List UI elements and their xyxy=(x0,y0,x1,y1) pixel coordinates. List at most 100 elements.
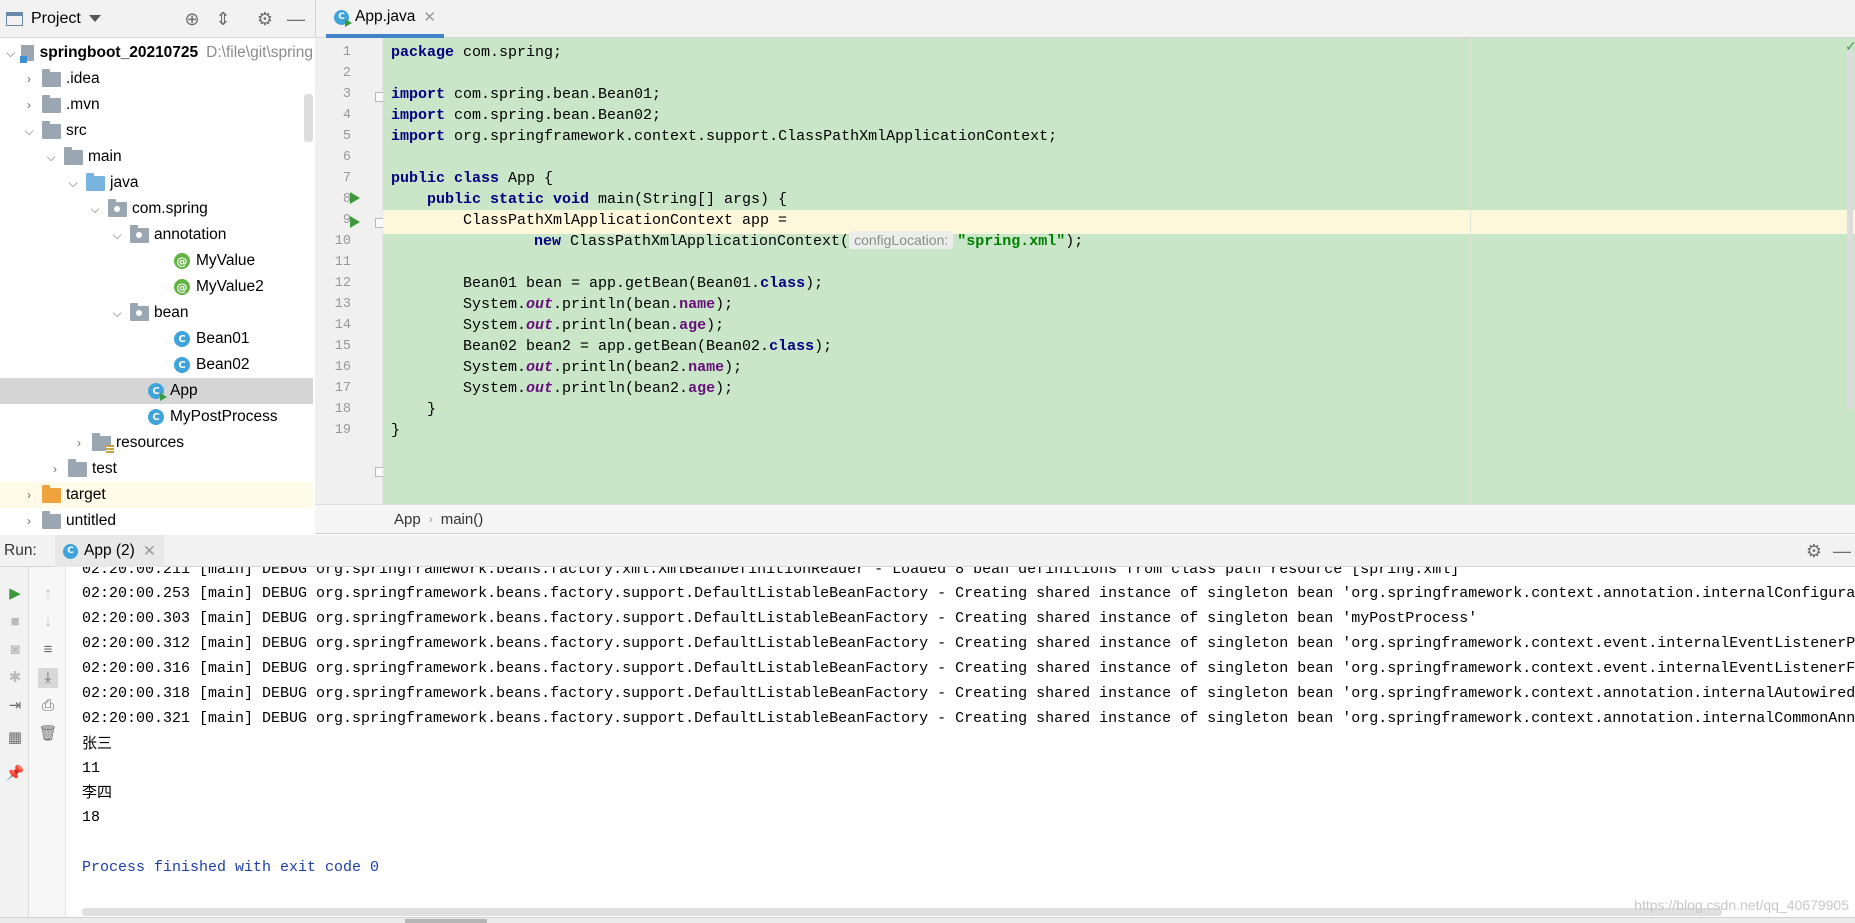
project-title: Project xyxy=(31,9,81,27)
chevron-down-icon[interactable]: ⌵ xyxy=(110,228,124,242)
tree-item-app[interactable]: C App xyxy=(0,378,313,404)
chevron-down-icon[interactable]: ⌵ xyxy=(110,306,124,320)
tree-item-label: MyPostProcess xyxy=(170,408,278,425)
breadcrumb-item-main[interactable]: main() xyxy=(441,511,484,528)
project-window-icon xyxy=(6,11,23,26)
tree-item-bean02[interactable]: C Bean02 xyxy=(0,352,313,378)
console-line: 02:20:00.318 [main] DEBUG org.springfram… xyxy=(82,685,1855,702)
class-icon: C xyxy=(174,331,190,347)
run-tab-label: App (2) xyxy=(84,542,135,559)
tree-item-src[interactable]: ⌵ src xyxy=(0,118,313,144)
chevron-right-icon[interactable]: › xyxy=(48,462,62,476)
right-margin-guide xyxy=(1470,38,1471,504)
chevron-down-icon[interactable]: ⌵ xyxy=(22,124,36,138)
runnable-class-icon: C xyxy=(334,9,352,27)
chevron-down-icon[interactable]: ⌵ xyxy=(6,46,15,60)
tab-app-java[interactable]: C App.java ✕ xyxy=(326,0,444,38)
annotation-icon: @ xyxy=(174,253,190,269)
layout-icon[interactable]: ▦ xyxy=(5,728,25,748)
code-editor[interactable]: package com.spring; import com.spring.be… xyxy=(383,38,1855,504)
console-line: 李四 xyxy=(82,783,113,801)
chevron-right-icon[interactable]: › xyxy=(22,98,36,112)
tree-item-mvn[interactable]: › .mvn xyxy=(0,92,313,118)
run-panel-header: Run: C App (2) ✕ ⚙ — xyxy=(0,535,1855,567)
rerun-icon[interactable]: ▶ xyxy=(5,584,25,604)
breadcrumb: App › main() xyxy=(315,504,1855,534)
trash-icon[interactable]: 🗑 xyxy=(38,724,58,744)
pin-icon[interactable]: 📌 xyxy=(5,764,25,784)
print-icon[interactable]: ⎙ xyxy=(38,696,58,716)
close-icon[interactable]: ✕ xyxy=(143,542,156,561)
code-line-19: } xyxy=(391,422,401,439)
exit-icon[interactable]: ⇥ xyxy=(5,696,25,716)
console-output[interactable]: 02:20:00.211 [main] DEBUG org.springfram… xyxy=(67,567,1855,910)
tree-vertical-scrollbar[interactable] xyxy=(304,94,313,142)
editor-vertical-scrollbar[interactable] xyxy=(1847,50,1853,410)
tree-item-myvalue2[interactable]: @ MyValue2 xyxy=(0,274,313,300)
tree-item-label: main xyxy=(88,148,122,165)
collapse-all-icon[interactable]: ⇕ xyxy=(213,9,233,29)
tree-item-annotation[interactable]: ⌵ annotation xyxy=(0,222,313,248)
tree-item-myvalue[interactable]: @ MyValue xyxy=(0,248,313,274)
tree-item-bean01[interactable]: C Bean01 xyxy=(0,326,313,352)
tree-item-test[interactable]: › test xyxy=(0,456,313,482)
tree-item-label: App xyxy=(170,382,198,399)
tree-item-idea[interactable]: › .idea xyxy=(0,66,313,92)
run-gutter-icon[interactable] xyxy=(350,192,360,204)
minimize-icon[interactable]: — xyxy=(286,9,306,29)
tree-item-label: resources xyxy=(116,434,185,451)
chevron-right-icon[interactable]: › xyxy=(22,72,36,86)
tree-item-label: java xyxy=(110,174,139,191)
tree-item-label: bean xyxy=(154,304,189,321)
class-icon: C xyxy=(174,357,190,373)
minimize-icon[interactable]: — xyxy=(1832,541,1852,561)
close-icon[interactable]: ✕ xyxy=(423,8,436,26)
arrow-up-icon[interactable]: ↑ xyxy=(38,584,58,604)
tree-item-java[interactable]: ⌵ java xyxy=(0,170,313,196)
scroll-to-end-icon[interactable]: ⤓ xyxy=(38,668,58,688)
folder-icon xyxy=(42,120,61,139)
tree-item-label: Bean02 xyxy=(196,356,250,373)
stop-icon[interactable]: ■ xyxy=(5,612,25,632)
run-gutter-icon[interactable] xyxy=(350,216,360,228)
gear-icon[interactable]: ⚙ xyxy=(1804,541,1824,561)
tree-item-target[interactable]: › target xyxy=(0,482,313,508)
code-line-17: System.out.println(bean2.age); xyxy=(463,380,734,397)
tree-item-label: MyValue2 xyxy=(196,278,264,295)
project-view-selector[interactable]: Project xyxy=(6,10,101,28)
tree-item-label: .mvn xyxy=(66,96,100,113)
tree-item-label: annotation xyxy=(154,226,227,243)
chevron-right-icon[interactable]: › xyxy=(72,436,86,450)
chevron-down-icon[interactable]: ⌵ xyxy=(88,202,102,216)
tree-item-com-spring[interactable]: ⌵ com.spring xyxy=(0,196,313,222)
tree-item-main[interactable]: ⌵ main xyxy=(0,144,313,170)
arrow-down-icon[interactable]: ↓ xyxy=(38,612,58,632)
chevron-down-icon[interactable]: ⌵ xyxy=(44,150,58,164)
locate-icon[interactable]: ⊕ xyxy=(182,9,202,29)
soft-wrap-icon[interactable]: ≡ xyxy=(38,640,58,660)
parameter-hint: configLocation: xyxy=(849,231,954,249)
tree-item-resources[interactable]: › resources xyxy=(0,430,313,456)
folder-icon xyxy=(42,94,61,113)
run-label: Run: xyxy=(4,541,37,559)
chevron-right-icon[interactable]: › xyxy=(22,514,36,528)
camera-icon[interactable]: ◙ xyxy=(5,640,25,660)
gear-icon[interactable]: ⚙ xyxy=(255,9,275,29)
console-horizontal-scrollbar[interactable] xyxy=(82,908,1722,916)
chevron-down-icon[interactable]: ⌵ xyxy=(66,176,80,190)
tree-item-untitled[interactable]: › untitled xyxy=(0,508,313,532)
tree-item-bean[interactable]: ⌵ bean xyxy=(0,300,313,326)
run-tab-app-2[interactable]: C App (2) ✕ xyxy=(55,535,164,567)
annotation-icon: @ xyxy=(174,279,190,295)
tree-item-path: D:\file\git\spring xyxy=(206,44,313,61)
tree-item-project-root[interactable]: ⌵ springboot_20210725 D:\file\git\spring xyxy=(0,40,313,66)
scroll-knob[interactable] xyxy=(405,919,487,923)
chevron-right-icon[interactable]: › xyxy=(22,488,36,502)
debug-icon[interactable]: ✱ xyxy=(5,668,25,688)
tree-item-label: target xyxy=(66,486,106,503)
resources-folder-icon xyxy=(92,432,114,453)
code-line-18: } xyxy=(427,401,437,418)
tree-item-mypostprocess[interactable]: C MyPostProcess xyxy=(0,404,313,430)
breadcrumb-item-app[interactable]: App xyxy=(394,511,421,528)
tree-item-label: Bean01 xyxy=(196,330,250,347)
